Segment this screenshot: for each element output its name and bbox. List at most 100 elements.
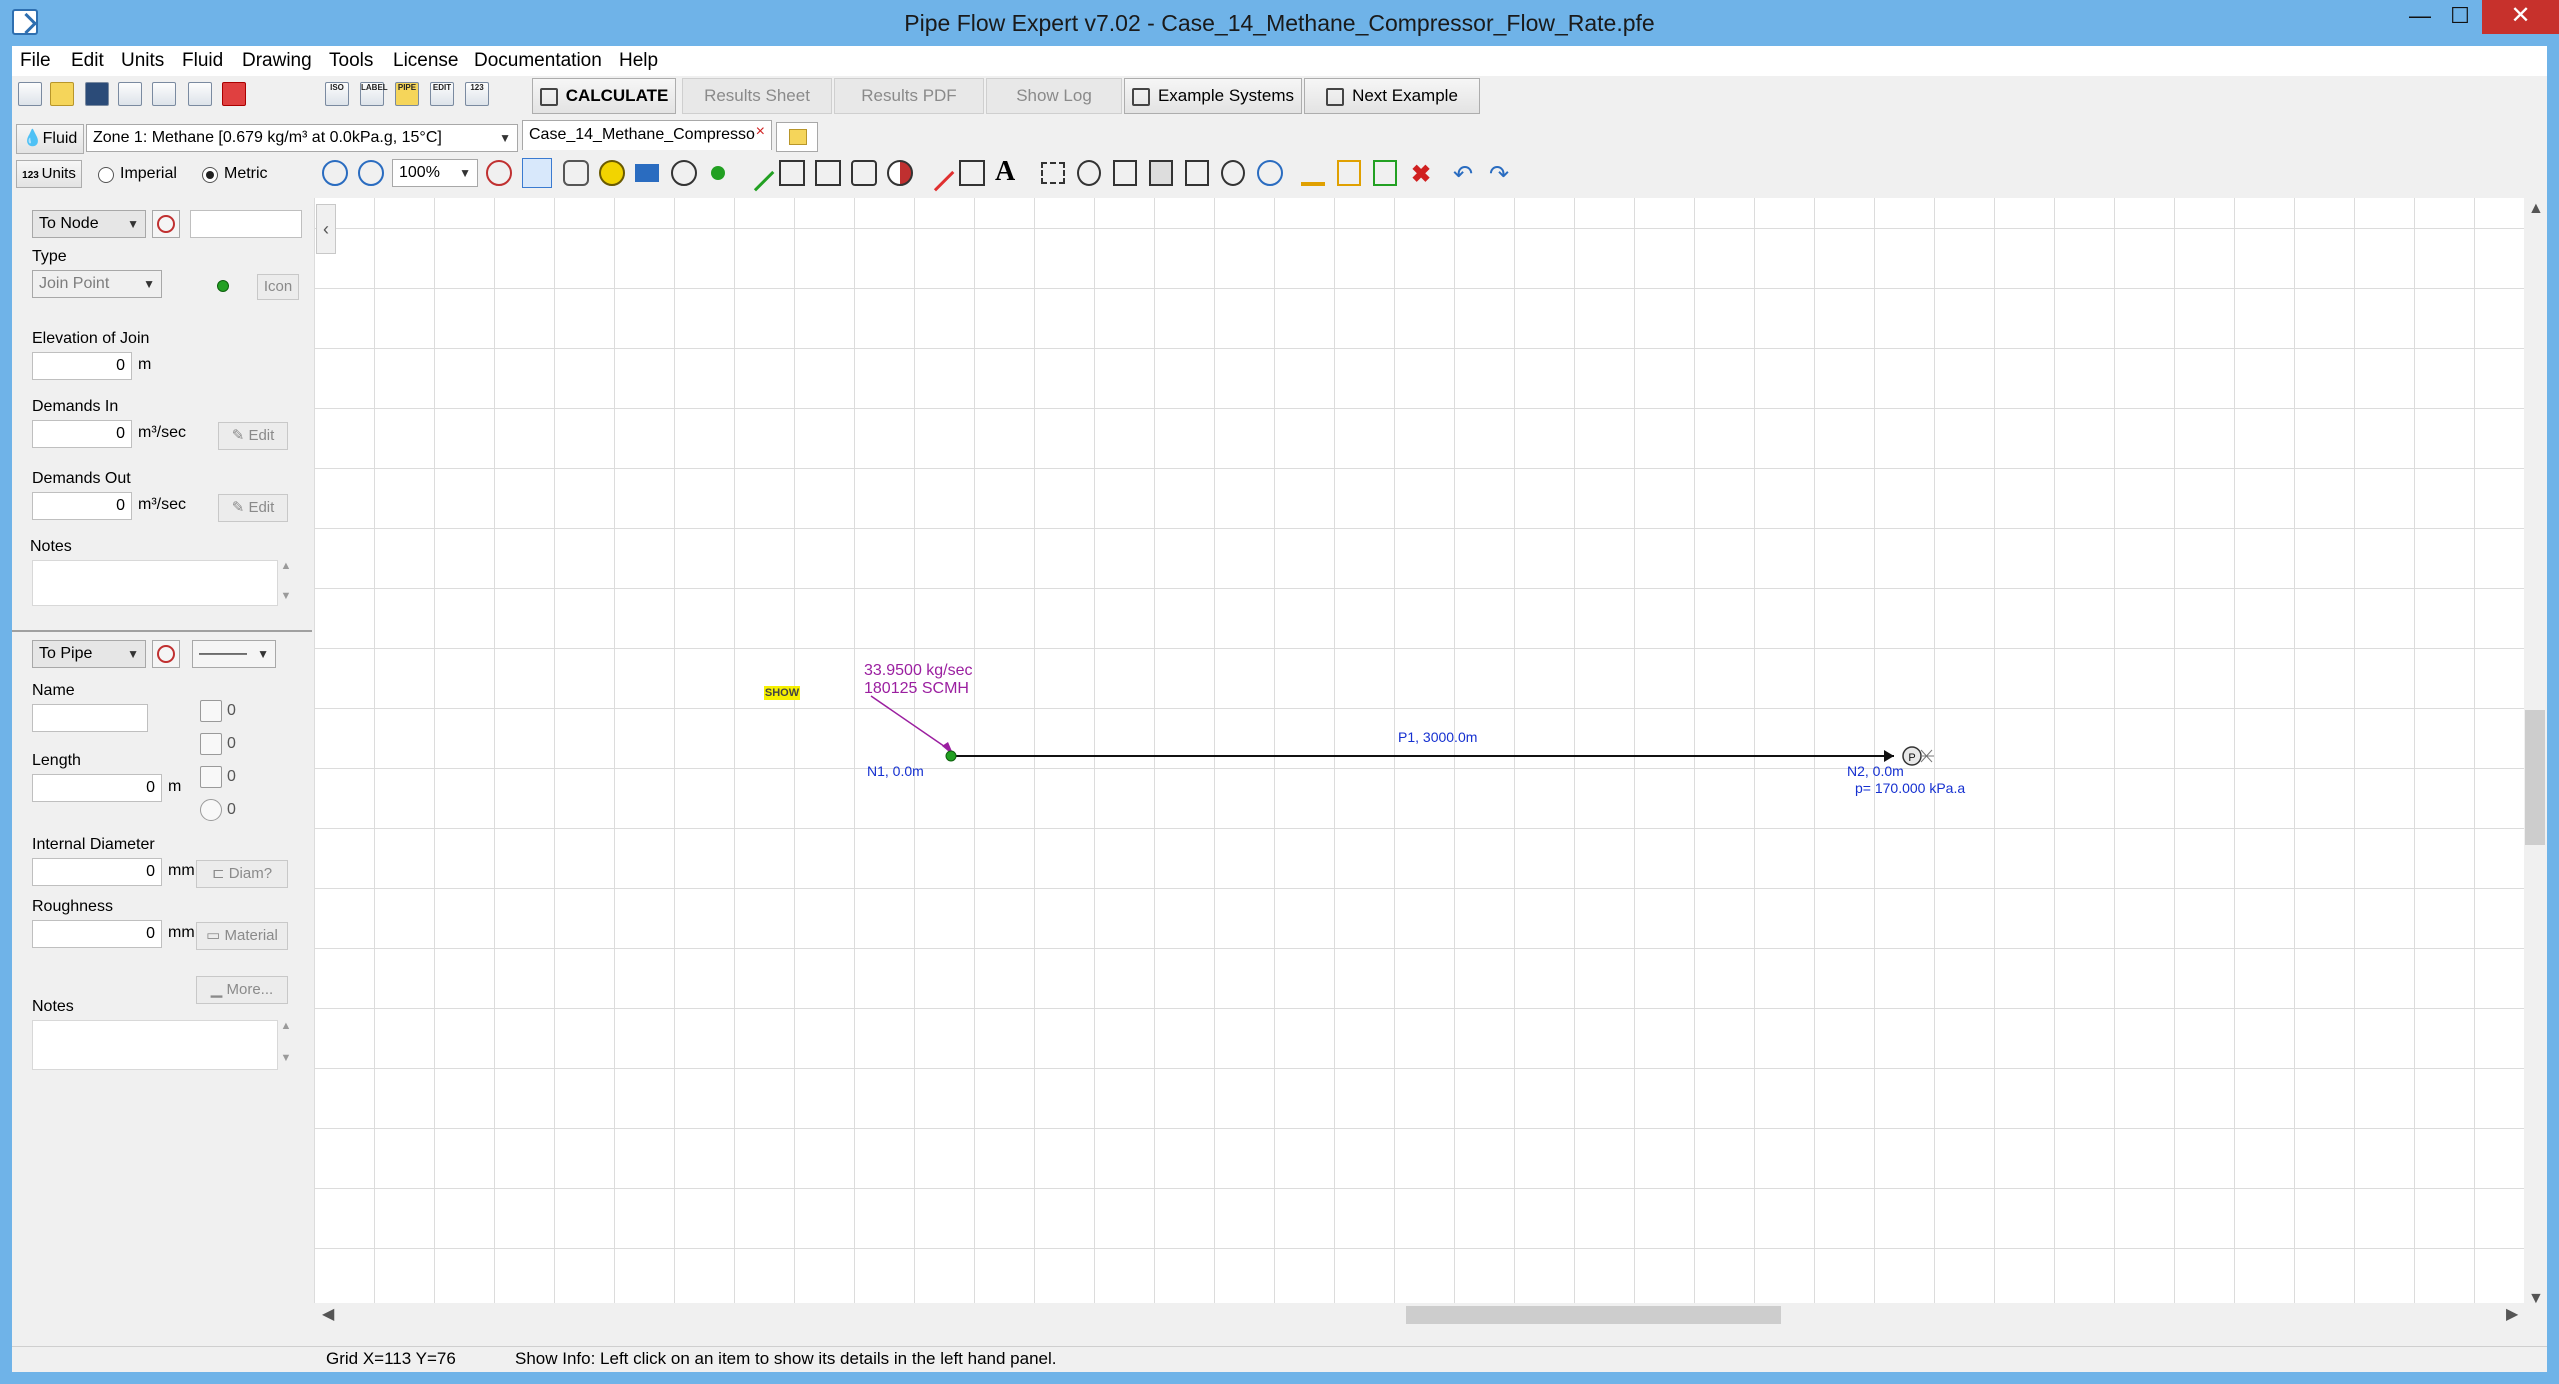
paste-icon[interactable] (1149, 160, 1173, 186)
redo-icon[interactable]: ↷ (1489, 160, 1509, 189)
line-style-select[interactable]: ——— ▼ (192, 640, 276, 668)
zoom-out-icon[interactable] (322, 160, 348, 186)
demands-out-edit-button[interactable]: ✎ Edit (218, 494, 288, 522)
numbers-icon[interactable]: 123 (465, 82, 489, 106)
menu-fluid[interactable]: Fluid (182, 46, 223, 76)
results-sheet-button[interactable]: Results Sheet (682, 78, 832, 114)
pdf-icon[interactable] (222, 82, 246, 106)
more-button[interactable]: ▁ More... (196, 976, 288, 1004)
component-icon[interactable] (851, 160, 877, 186)
join-point-icon[interactable] (711, 166, 725, 180)
tab-close-icon[interactable]: × (756, 118, 765, 146)
export-icon[interactable] (152, 82, 176, 106)
hand-pan-icon[interactable] (563, 160, 589, 186)
iso-view-icon[interactable]: ISO (325, 82, 349, 106)
fitting-icon[interactable] (815, 160, 841, 186)
menu-help[interactable]: Help (619, 46, 658, 76)
scroll-up-icon[interactable]: ▲ (278, 1020, 294, 1032)
target-icon[interactable] (486, 160, 512, 186)
email-icon[interactable] (118, 82, 142, 106)
diameter-field[interactable]: 0 (32, 858, 162, 886)
zoom-in-icon[interactable] (358, 160, 384, 186)
distribute-icon[interactable] (1373, 160, 1397, 186)
metric-radio[interactable] (202, 167, 218, 183)
menu-units[interactable]: Units (121, 46, 164, 76)
text-tool-icon[interactable]: A (995, 156, 1015, 188)
results-pdf-button[interactable]: Results PDF (834, 78, 984, 114)
node-notes-field[interactable] (32, 560, 278, 606)
locate-pipe-button[interactable] (152, 640, 180, 668)
horizontal-scroll-thumb[interactable] (1406, 1306, 1781, 1324)
elevation-field[interactable]: 0 (32, 352, 132, 380)
mirror-icon[interactable] (1185, 160, 1209, 186)
menu-tools[interactable]: Tools (329, 46, 373, 76)
imperial-radio[interactable] (98, 167, 114, 183)
node-type-select[interactable]: Join Point ▼ (32, 270, 162, 298)
fluid-button[interactable]: 💧Fluid (16, 124, 84, 154)
select-pointer-icon[interactable] (522, 158, 552, 188)
align-icon[interactable] (1337, 160, 1361, 186)
locate-node-button[interactable] (152, 210, 180, 238)
node-n1[interactable] (945, 750, 957, 762)
rotate-icon[interactable] (1221, 160, 1245, 186)
pump-fitting-icon[interactable] (200, 766, 222, 788)
label-icon[interactable]: LABEL (360, 82, 388, 106)
scroll-down-icon[interactable]: ▼ (278, 1052, 294, 1064)
undo-icon[interactable]: ↶ (1453, 160, 1473, 189)
menu-license[interactable]: License (393, 46, 459, 76)
valve-fitting-icon[interactable] (200, 700, 222, 722)
save-icon[interactable] (85, 82, 109, 106)
scroll-down-icon[interactable]: ▼ (278, 590, 294, 602)
valve-icon[interactable] (779, 160, 805, 186)
demands-in-edit-button[interactable]: ✎ Edit (218, 422, 288, 450)
roughness-field[interactable]: 0 (32, 920, 162, 948)
new-file-icon[interactable] (18, 82, 42, 106)
bend-icon[interactable] (959, 160, 985, 186)
node-selector[interactable]: To Node ▼ (32, 210, 146, 238)
scroll-right-icon[interactable]: ▶ (2506, 1304, 2518, 1324)
maximize-button[interactable]: ☐ (2430, 0, 2490, 34)
scroll-up-icon[interactable]: ▲ (278, 560, 294, 572)
fluid-zone-select[interactable]: Zone 1: Methane [0.679 kg/m³ at 0.0kPa.g… (86, 124, 518, 152)
scroll-left-icon[interactable]: ◀ (322, 1304, 334, 1324)
units-button[interactable]: 123 Units (16, 160, 82, 188)
edit-icon[interactable]: EDIT (430, 82, 454, 106)
node-name-field[interactable] (190, 210, 302, 238)
menu-drawing[interactable]: Drawing (242, 46, 312, 76)
pipe-notes-field[interactable] (32, 1020, 278, 1070)
new-tab-button[interactable] (776, 122, 818, 152)
close-button[interactable]: ✕ (2482, 0, 2559, 34)
menu-documentation[interactable]: Documentation (474, 46, 602, 76)
open-folder-icon[interactable] (50, 82, 74, 106)
show-log-button[interactable]: Show Log (986, 78, 1122, 114)
copy-icon[interactable] (1113, 160, 1137, 186)
diameter-button[interactable]: ⊏ Diam? (196, 860, 288, 888)
menu-edit[interactable]: Edit (71, 46, 104, 76)
material-button[interactable]: ▭ Material (196, 922, 288, 950)
pipe-name-field[interactable] (32, 704, 148, 732)
tank-icon[interactable] (635, 164, 659, 182)
pump-icon[interactable] (671, 160, 697, 186)
demands-in-field[interactable]: 0 (32, 420, 132, 448)
add-node-icon[interactable] (599, 160, 625, 186)
control-valve-fitting-icon[interactable] (200, 799, 222, 821)
next-example-button[interactable]: Next Example (1304, 78, 1480, 114)
pipe-selector[interactable]: To Pipe ▼ (32, 640, 146, 668)
length-field[interactable]: 0 (32, 774, 162, 802)
demands-out-field[interactable]: 0 (32, 492, 132, 520)
tab-case-file[interactable]: Case_14_Methane_Compresso × (522, 120, 772, 150)
vertical-scroll-thumb[interactable] (2525, 710, 2545, 845)
delete-icon[interactable]: ✖ (1411, 160, 1431, 189)
menu-file[interactable]: File (20, 46, 51, 76)
align-up-icon[interactable] (1301, 160, 1325, 186)
select-area-icon[interactable] (1041, 162, 1065, 184)
find-icon[interactable] (1257, 160, 1283, 186)
calculate-button[interactable]: CALCULATE (532, 78, 676, 114)
example-systems-button[interactable]: Example Systems (1124, 78, 1302, 114)
cut-icon[interactable] (1077, 160, 1101, 186)
pipe-icon[interactable]: PIPE (395, 82, 419, 106)
component-fitting-icon[interactable] (200, 733, 222, 755)
zoom-select[interactable]: 100% ▼ (392, 159, 478, 187)
icon-button[interactable]: Icon (257, 274, 299, 300)
show-badge[interactable]: SHOW (764, 686, 800, 700)
